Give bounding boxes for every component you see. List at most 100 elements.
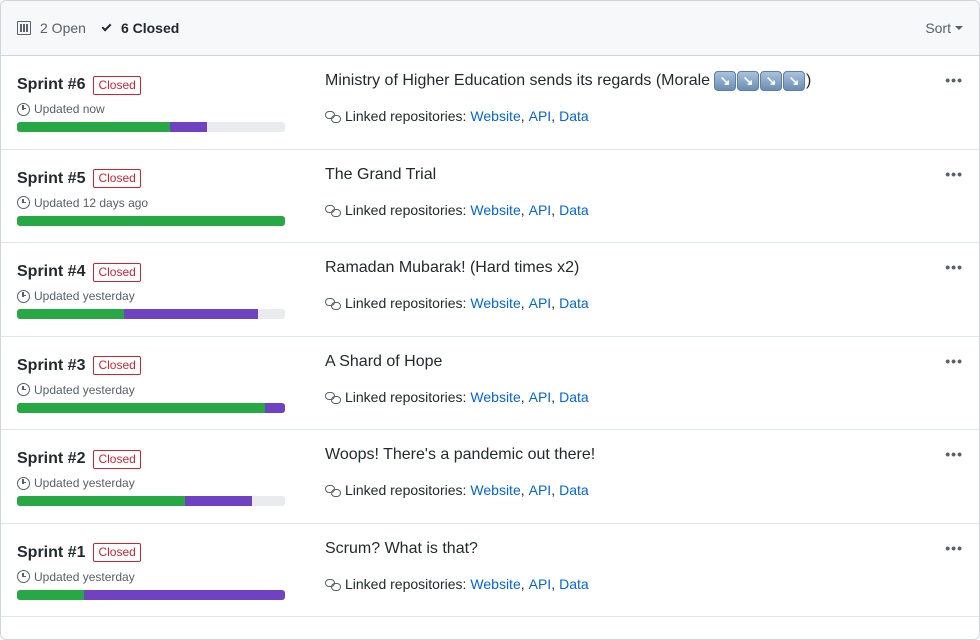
down-right-arrow-icon: ↘ [714,71,737,91]
progress-done-segment [17,309,125,319]
link-icon [325,297,341,310]
morale-emojis: ↘ ↘ ↘ ↘ [714,71,806,91]
clock-icon [17,383,30,396]
status-badge: Closed [93,543,141,562]
separator: , [551,201,556,218]
more-options-button[interactable]: ••• [945,259,963,275]
project-summary: Sprint #4 Closed Updated yesterday [17,261,285,319]
progress-done-segment [17,402,265,413]
project-row: Sprint #6 Closed Updated now Ministry of Hi… [1,56,979,150]
project-description: Woops! There's a pandemic out there! [325,444,595,466]
project-name-link[interactable]: Sprint #5 [17,170,85,188]
repo-link[interactable]: API [529,482,552,498]
project-rows: Sprint #6 Closed Updated now Ministry of Hi… [1,56,979,617]
repo-link[interactable]: Website [470,295,520,311]
repo-link[interactable]: API [529,202,552,218]
project-name-link[interactable]: Sprint #2 [17,450,85,468]
more-options-button[interactable]: ••• [945,540,963,556]
repo-link[interactable]: Website [470,482,520,498]
project-description: The Grand Trial [325,164,589,186]
description-text: Woops! There's a pandemic out there! [325,446,596,463]
repo-link[interactable]: API [529,108,552,124]
progress-done-segment [17,122,170,132]
project-name-link[interactable]: Sprint #3 [17,357,85,375]
link-icon [325,484,341,497]
project-description: Ramadan Mubarak! (Hard times x2) [325,257,589,279]
open-filter[interactable]: 2 Open [17,20,86,36]
repo-link[interactable]: Data [559,576,589,592]
separator: , [551,295,556,311]
progress-done-segment [17,589,84,600]
sort-dropdown[interactable]: Sort [925,20,963,36]
progress-in-progress-segment [184,496,252,506]
description-text: Ramadan Mubarak! (Hard times x2) [325,259,580,276]
project-details: Ministry of Higher Education sends its r… [325,70,811,124]
clock-icon [17,102,30,116]
linked-label: Linked repositories: [345,108,467,124]
project-row: Sprint #3 Closed Updated yesterday A Shard … [1,337,979,430]
clock-icon [17,476,30,490]
project-details: A Shard of Hope Linked repositories: Websi… [325,351,589,405]
repo-link[interactable]: Website [470,108,520,124]
more-options-button[interactable]: ••• [945,446,963,462]
repo-link[interactable]: Data [559,108,589,124]
project-name-link[interactable]: Sprint #4 [17,263,85,281]
project-row: Sprint #4 Closed Updated yesterday Ramadan … [1,243,979,337]
updated-time: Updated yesterday [34,382,135,397]
repo-link[interactable]: Data [559,482,589,498]
linked-repositories: Linked repositories: Website, API, Data [325,202,589,218]
linked-repositories: Linked repositories: Website, API, Data [325,576,589,592]
repo-link[interactable]: Website [470,576,520,592]
project-description: Scrum? What is that? [325,538,589,560]
more-options-button[interactable]: ••• [945,353,963,369]
progress-done-segment [17,496,185,506]
status-badge: Closed [93,356,141,375]
closed-filter[interactable]: 6 Closed [101,20,179,36]
project-name-link[interactable]: Sprint #1 [17,544,85,562]
down-right-arrow-icon: ↘ [737,71,760,91]
separator: , [520,575,525,592]
repo-link[interactable]: Data [559,389,589,405]
status-badge: Closed [93,75,141,95]
project-row: Sprint #2 Closed Updated yesterday Woops! T… [1,430,979,524]
clock-icon [17,570,30,583]
repo-link[interactable]: Data [559,295,589,311]
project-description: Ministry of Higher Education sends its r… [325,70,811,92]
linked-label: Linked repositories: [345,388,467,405]
separator: , [551,575,556,592]
repo-link[interactable]: Website [470,202,520,218]
repo-link[interactable]: Website [470,389,520,405]
separator: , [551,108,556,124]
project-details: The Grand Trial Linked repositories: Websi… [325,164,589,218]
repo-link[interactable]: Data [559,202,589,218]
project-description: A Shard of Hope [325,351,589,373]
repo-link[interactable]: API [529,576,552,592]
check-icon [101,21,112,32]
updated-time: Updated yesterday [34,569,135,584]
project-name-link[interactable]: Sprint #6 [17,76,85,94]
project-row: Sprint #1 Closed Updated yesterday Scrum? W… [1,524,979,617]
progress-in-progress-segment [264,402,285,413]
open-count-label: 2 Open [40,20,86,36]
separator: , [520,108,525,124]
description-text: The Grand Trial [325,165,437,183]
separator: , [551,388,556,405]
project-row: Sprint #5 Closed Updated 12 days ago The Gr… [1,150,979,243]
repo-link[interactable]: API [529,389,552,405]
separator: , [520,201,525,218]
linked-label: Linked repositories: [345,575,467,592]
caret-down-icon [955,26,963,30]
clock-icon [17,196,30,209]
progress-bar [17,309,285,319]
project-details: Ramadan Mubarak! (Hard times x2) Linked r… [325,257,589,311]
repo-link[interactable]: API [529,295,552,311]
sort-label: Sort [925,20,951,36]
progress-bar [17,122,285,132]
project-summary: Sprint #3 Closed Updated yesterday [17,355,285,413]
progress-bar [17,402,285,413]
linked-repositories: Linked repositories: Website, API, Data [325,482,595,498]
link-icon [325,391,341,404]
updated-time: Updated yesterday [34,289,135,303]
more-options-button[interactable]: ••• [945,72,963,88]
more-options-button[interactable]: ••• [945,166,963,182]
